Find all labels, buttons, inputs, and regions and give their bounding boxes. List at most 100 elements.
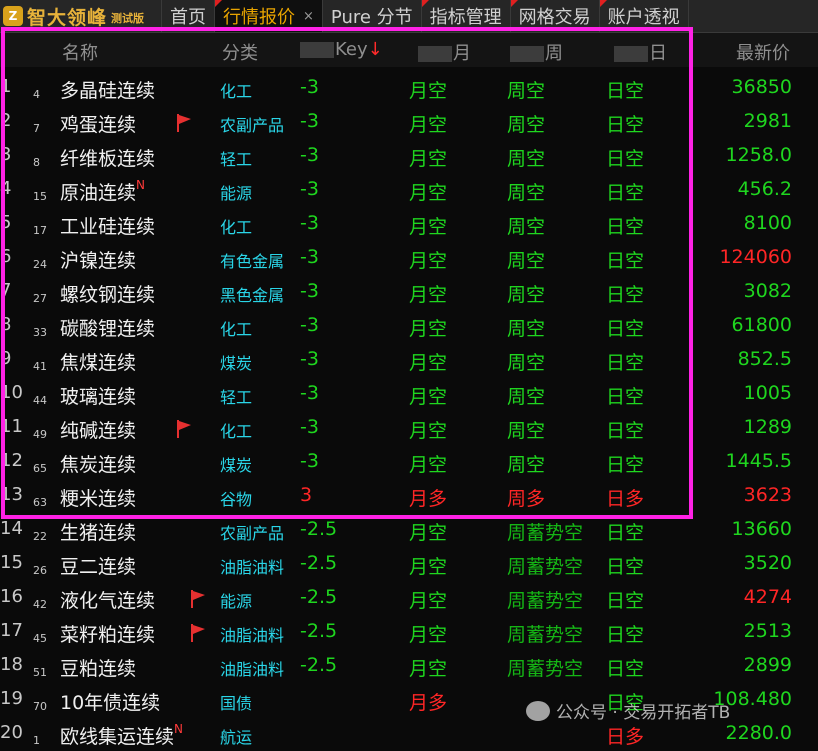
- instrument-name: 液化气连续: [60, 586, 155, 613]
- tab-close-icon[interactable]: ×: [303, 9, 314, 24]
- table-row[interactable]: 11 49 纯碱连续 化工 -3 月空 周空 日空 1289: [0, 411, 818, 445]
- row-index: 17: [0, 620, 23, 641]
- instrument-name-text: 螺纹钢连续: [60, 284, 156, 306]
- column-header-name[interactable]: 名称: [62, 39, 98, 65]
- table-row[interactable]: 1 4 多晶硅连续 化工 -3 月空 周空 日空 36850: [0, 71, 818, 105]
- app-version-tag: 测试版: [111, 12, 145, 25]
- instrument-name: 10年债连续: [60, 688, 160, 715]
- table-row[interactable]: 18 51 豆粕连续 油脂油料 -2.5 月空 周蓄势空 日空 2899: [0, 649, 818, 683]
- instrument-name-text: 沪镍连续: [60, 250, 137, 272]
- table-row[interactable]: 6 24 沪镍连续 有色金属 -3 月空 周空 日空 124060: [0, 241, 818, 275]
- row-index: 1: [0, 76, 12, 97]
- tab-label: 行情报价: [223, 7, 295, 28]
- row-index: 12: [0, 450, 23, 471]
- column-header-day[interactable]: 日: [614, 39, 667, 65]
- week-signal: 周蓄势空: [507, 590, 584, 612]
- instrument-name: 菜籽粕连续: [60, 620, 155, 647]
- instrument-name: 豆二连续: [60, 552, 136, 579]
- app-logo: Z 智大领峰 测试版: [0, 0, 162, 32]
- category-cell: 谷物: [220, 490, 253, 509]
- watermark-text: 公众号 · 交易开拓者TB: [556, 703, 731, 723]
- tab-grid-trading[interactable]: 网格交易: [510, 0, 600, 32]
- instrument-name-text: 焦煤连续: [60, 352, 137, 374]
- tab-home[interactable]: 首页: [162, 0, 215, 32]
- month-signal: 月空: [409, 80, 448, 102]
- table-row[interactable]: 10 44 玻璃连续 轻工 -3 月空 周空 日空 1005: [0, 377, 818, 411]
- tab-pure-section[interactable]: Pure 分节: [323, 0, 422, 32]
- week-signal: 周蓄势空: [507, 522, 584, 544]
- row-index: 10: [0, 382, 23, 403]
- table-row[interactable]: 7 27 螺纹钢连续 黑色金属 -3 月空 周空 日空 3082: [0, 275, 818, 309]
- row-code: 44: [33, 394, 47, 407]
- row-index: 8: [0, 314, 12, 335]
- column-header-category[interactable]: 分类: [222, 39, 258, 65]
- table-row[interactable]: 16 42 液化气连续 能源 -2.5 月空 周蓄势空 日空 4274: [0, 581, 818, 615]
- latest-price: 1005: [743, 382, 792, 404]
- column-header-key[interactable]: Key↓: [300, 39, 383, 60]
- category-cell: 农副产品: [220, 524, 285, 543]
- month-signal: 月多: [409, 692, 448, 714]
- row-index: 6: [0, 246, 12, 267]
- row-index: 3: [0, 144, 12, 165]
- row-code: 65: [33, 462, 47, 475]
- column-header-month[interactable]: 月: [418, 39, 471, 65]
- table-row[interactable]: 17 45 菜籽粕连续 油脂油料 -2.5 月空 周蓄势空 日空 2513: [0, 615, 818, 649]
- table-row[interactable]: 2 7 鸡蛋连续 农副产品 -3 月空 周空 日空 2981: [0, 105, 818, 139]
- row-index: 19: [0, 688, 23, 709]
- redacted-block: [418, 46, 452, 62]
- tab-quotes[interactable]: 行情报价 ×: [215, 0, 323, 32]
- column-header-price[interactable]: 最新价: [736, 39, 790, 65]
- tab-indicator-management[interactable]: 指标管理: [421, 0, 511, 32]
- table-row[interactable]: 8 33 碳酸锂连续 化工 -3 月空 周空 日空 61800: [0, 309, 818, 343]
- category-cell: 化工: [220, 320, 253, 339]
- day-signal: 日空: [606, 352, 645, 374]
- instrument-name: 原油连续N: [60, 178, 145, 205]
- table-row[interactable]: 3 8 纤维板连续 轻工 -3 月空 周空 日空 1258.0: [0, 139, 818, 173]
- table-row[interactable]: 14 22 生猪连续 农副产品 -2.5 月空 周蓄势空 日空 13660: [0, 513, 818, 547]
- table-row[interactable]: 12 65 焦炭连续 煤炭 -3 月空 周空 日空 1445.5: [0, 445, 818, 479]
- week-signal: 周空: [507, 454, 546, 476]
- column-header-week[interactable]: 周: [510, 39, 563, 65]
- flag-icon[interactable]: [190, 590, 206, 608]
- row-code: 24: [33, 258, 47, 271]
- month-signal: 月空: [409, 624, 448, 646]
- tab-account-view[interactable]: 账户透视: [599, 0, 689, 32]
- day-signal: 日空: [606, 420, 645, 442]
- table-row[interactable]: 5 17 工业硅连续 化工 -3 月空 周空 日空 8100: [0, 207, 818, 241]
- table-row[interactable]: 4 15 原油连续N 能源 -3 月空 周空 日空 456.2: [0, 173, 818, 207]
- tab-marker-icon: [510, 0, 518, 7]
- month-signal: 月空: [409, 590, 448, 612]
- day-signal: 日空: [606, 80, 645, 102]
- day-signal: 日多: [606, 726, 645, 748]
- key-label: Key: [335, 39, 368, 60]
- category-cell: 化工: [220, 218, 253, 237]
- latest-price: 2981: [743, 110, 792, 132]
- week-signal: 周空: [507, 284, 546, 306]
- row-index: 7: [0, 280, 12, 301]
- instrument-name-text: 欧线集运连续: [60, 726, 175, 748]
- latest-price: 1258.0: [725, 144, 792, 166]
- latest-price: 4274: [743, 586, 792, 608]
- table-row[interactable]: 13 63 粳米连续 谷物 3 月多 周多 日多 3623: [0, 479, 818, 513]
- table-row[interactable]: 15 26 豆二连续 油脂油料 -2.5 月空 周蓄势空 日空 3520: [0, 547, 818, 581]
- sort-desc-icon: ↓: [367, 39, 383, 60]
- flag-icon[interactable]: [190, 624, 206, 642]
- day-signal: 日空: [606, 114, 645, 136]
- instrument-name: 粳米连续: [60, 484, 136, 511]
- instrument-name: 多晶硅连续: [60, 76, 155, 103]
- table-row[interactable]: 9 41 焦煤连续 煤炭 -3 月空 周空 日空 852.5: [0, 343, 818, 377]
- key-cell: -2.5: [300, 654, 338, 676]
- wechat-icon: [526, 700, 550, 721]
- latest-price: 36850: [731, 76, 792, 98]
- latest-price: 3520: [743, 552, 792, 574]
- row-index: 4: [0, 178, 12, 199]
- month-label: 月: [453, 43, 471, 64]
- instrument-name-text: 碳酸锂连续: [60, 318, 156, 340]
- flag-icon[interactable]: [176, 114, 192, 132]
- flag-icon[interactable]: [176, 420, 192, 438]
- key-cell: -3: [300, 144, 319, 166]
- month-signal: 月空: [409, 522, 448, 544]
- month-signal: 月空: [409, 318, 448, 340]
- tab-marker-icon: [215, 0, 222, 7]
- day-signal: 日空: [606, 454, 645, 476]
